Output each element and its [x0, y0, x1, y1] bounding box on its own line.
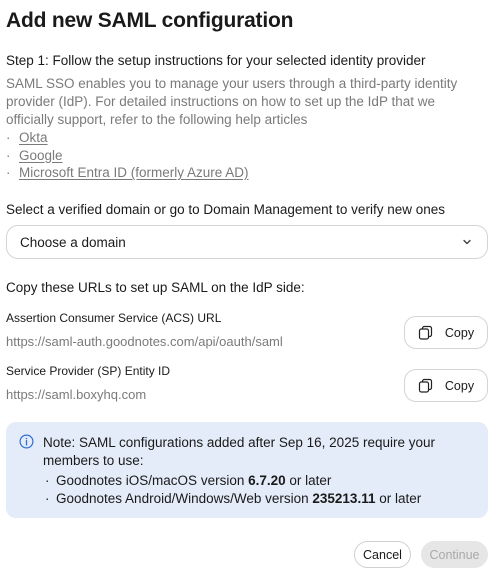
note-requirements-list: · Goodnotes iOS/macOS version 6.7.20 or …: [43, 472, 463, 508]
copy-button-label: Copy: [444, 325, 475, 340]
copy-button-label: Copy: [444, 378, 475, 393]
copy-entity-id-button[interactable]: Copy: [404, 369, 488, 402]
list-item: · Microsoft Entra ID (formerly Azure AD): [6, 164, 249, 182]
domain-label: Select a verified domain or go to Domain…: [6, 202, 445, 217]
list-item: · Goodnotes Android/Windows/Web version …: [43, 490, 463, 508]
bullet: ·: [6, 130, 11, 145]
list-item: · Google: [6, 147, 249, 165]
copy-acs-url-button[interactable]: Copy: [404, 316, 488, 349]
bullet: ·: [45, 473, 50, 488]
copy-icon: [418, 325, 433, 340]
help-link-okta[interactable]: Okta: [19, 129, 48, 147]
chevron-down-icon: [463, 239, 471, 245]
entity-id-label: Service Provider (SP) Entity ID: [6, 364, 171, 378]
bullet: ·: [6, 165, 11, 180]
requirement-suffix: or later: [375, 491, 422, 506]
version-note: Note: SAML configurations added after Se…: [6, 422, 488, 518]
entity-id-value: https://saml.boxyhq.com: [6, 387, 147, 402]
help-link-microsoft-entra[interactable]: Microsoft Entra ID (formerly Azure AD): [19, 164, 249, 182]
bullet: ·: [6, 147, 11, 163]
note-intro: Note: SAML configurations added after Se…: [43, 435, 435, 468]
note-text: Note: SAML configurations added after Se…: [43, 434, 463, 508]
list-item: · Okta: [6, 129, 249, 147]
step-title: Step 1: Follow the setup instructions fo…: [6, 53, 426, 68]
requirement-prefix: Goodnotes Android/Windows/Web version: [56, 491, 313, 506]
dialog-title: Add new SAML configuration: [6, 9, 294, 32]
copy-icon: [418, 378, 433, 393]
acs-url-value: https://saml-auth.goodnotes.com/api/oaut…: [6, 334, 283, 349]
cancel-button[interactable]: Cancel: [354, 541, 411, 568]
requirement-prefix: Goodnotes iOS/macOS version: [56, 473, 249, 488]
info-icon: [19, 434, 34, 449]
domain-select-value: Choose a domain: [20, 234, 126, 250]
bullet: ·: [45, 491, 50, 506]
acs-url-label: Assertion Consumer Service (ACS) URL: [6, 311, 222, 325]
requirement-version: 6.7.20: [248, 473, 286, 488]
urls-heading: Copy these URLs to set up SAML on the Id…: [6, 280, 305, 295]
help-links-list: · Okta · Google · Microsoft Entra ID (fo…: [6, 129, 249, 182]
domain-select[interactable]: Choose a domain: [6, 225, 488, 259]
help-link-google[interactable]: Google: [19, 147, 63, 165]
requirement-version: 235213.11: [312, 491, 376, 506]
requirement-suffix: or later: [285, 473, 332, 488]
step-description: SAML SSO enables you to manage your user…: [6, 76, 458, 127]
continue-button[interactable]: Continue: [421, 541, 488, 568]
list-item: · Goodnotes iOS/macOS version 6.7.20 or …: [43, 472, 463, 490]
